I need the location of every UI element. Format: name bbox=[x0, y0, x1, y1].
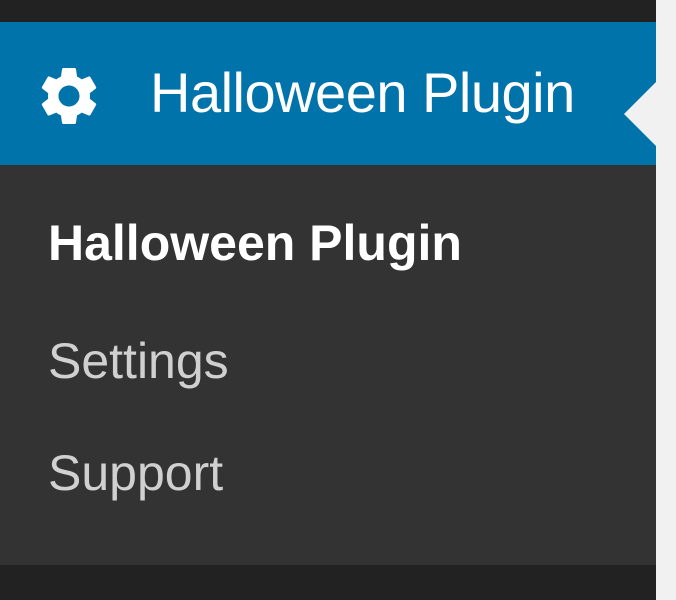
menu-item-halloween-plugin[interactable]: Halloween Plugin bbox=[0, 22, 656, 165]
submenu-item-support[interactable]: Support bbox=[48, 443, 223, 503]
submenu: Halloween Plugin Settings Support bbox=[0, 165, 656, 565]
active-menu-pointer bbox=[624, 82, 656, 146]
menu-item-label: Halloween Plugin bbox=[150, 61, 575, 124]
admin-sidebar-menu: Halloween Plugin Halloween Plugin Settin… bbox=[0, 0, 656, 600]
gear-icon bbox=[41, 67, 97, 124]
page-content-edge bbox=[656, 0, 676, 600]
menu-top-strip bbox=[0, 0, 656, 22]
submenu-item-settings[interactable]: Settings bbox=[48, 331, 229, 391]
submenu-item-halloween-plugin[interactable]: Halloween Plugin bbox=[48, 213, 462, 273]
menu-bottom-strip bbox=[0, 565, 656, 600]
